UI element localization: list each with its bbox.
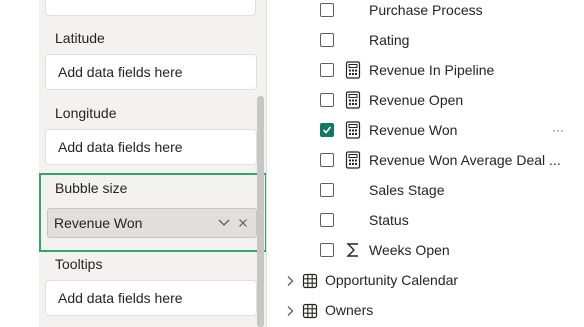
well-label-bubble-size: Bubble size (55, 180, 128, 196)
drop-well-latitude[interactable]: Add data fields here (45, 54, 257, 90)
field-checkbox[interactable] (320, 213, 334, 227)
table-name: Opportunity Calendar (325, 272, 459, 288)
field-checkbox[interactable] (320, 243, 334, 257)
field-row-revenue-open[interactable]: Revenue Open (267, 86, 584, 116)
field-checkbox-checked[interactable] (320, 123, 334, 137)
left-gutter (0, 0, 39, 327)
build-pane-scrollbar[interactable] (257, 96, 264, 327)
field-name: Revenue Won Average Deal ... (369, 152, 561, 168)
field-name: Purchase Process (369, 2, 483, 18)
well-label-latitude: Latitude (55, 30, 105, 46)
table-row-opportunity-calendar[interactable]: Opportunity Calendar (267, 266, 584, 296)
field-row-rating[interactable]: Rating (267, 26, 584, 56)
calculator-icon (345, 151, 361, 169)
close-icon[interactable] (237, 217, 249, 229)
bubble-size-field-label: Revenue Won (54, 215, 143, 231)
well-label-longitude: Longitude (55, 105, 117, 121)
chevron-right-icon[interactable] (285, 305, 295, 317)
field-name: Rating (369, 32, 410, 48)
drop-well-longitude[interactable]: Add data fields here (45, 129, 257, 165)
field-row-revenue-won-average-deal[interactable]: Revenue Won Average Deal ... (267, 146, 584, 176)
field-row-sales-stage[interactable]: Sales Stage (267, 176, 584, 206)
field-checkbox[interactable] (320, 153, 334, 167)
drop-well-previous[interactable] (45, 0, 256, 16)
calculator-icon (345, 121, 361, 139)
field-name: Revenue Open (369, 92, 464, 108)
data-pane: Purchase Process Rating Revenue In Pipel… (267, 0, 584, 327)
chevron-right-icon[interactable] (285, 275, 295, 287)
drop-well-tooltips[interactable]: Add data fields here (45, 280, 257, 316)
field-checkbox[interactable] (320, 63, 334, 77)
field-row-purchase-process[interactable]: Purchase Process (267, 0, 584, 26)
checkmark-icon (322, 126, 332, 134)
field-row-revenue-won[interactable]: Revenue Won ··· (267, 116, 584, 146)
report-editor: Latitude Add data fields here Longitude … (0, 0, 584, 327)
calculator-icon (345, 91, 361, 109)
table-name: Owners (325, 302, 374, 318)
field-name: Status (369, 212, 409, 228)
bubble-size-field-pill[interactable]: Revenue Won (47, 208, 257, 238)
field-row-revenue-in-pipeline[interactable]: Revenue In Pipeline (267, 56, 584, 86)
table-icon (302, 273, 318, 289)
well-label-tooltips: Tooltips (55, 256, 103, 272)
field-checkbox[interactable] (320, 33, 334, 47)
field-row-status[interactable]: Status (267, 206, 584, 236)
table-icon (302, 303, 318, 319)
field-name: Revenue In Pipeline (369, 62, 495, 78)
field-checkbox[interactable] (320, 3, 334, 17)
chevron-down-icon[interactable] (218, 218, 230, 228)
field-checkbox[interactable] (320, 93, 334, 107)
field-name: Weeks Open (369, 242, 450, 258)
field-checkbox[interactable] (320, 183, 334, 197)
more-options-icon[interactable]: ··· (552, 124, 564, 136)
field-name: Sales Stage (369, 182, 445, 198)
calculator-icon (345, 61, 361, 79)
table-row-owners[interactable]: Owners (267, 296, 584, 326)
field-row-weeks-open[interactable]: Weeks Open (267, 236, 584, 266)
field-name: Revenue Won (369, 122, 458, 138)
sigma-icon (346, 243, 358, 257)
